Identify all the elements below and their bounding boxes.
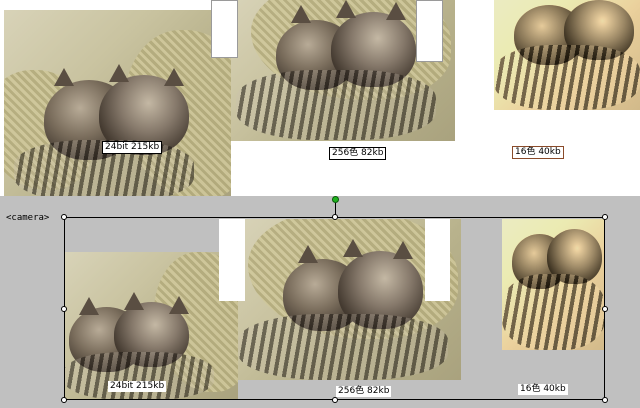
white-panel [211, 0, 238, 58]
caption-16-color[interactable]: 16色 40kb [512, 146, 564, 159]
camera-label: <camera> [6, 213, 50, 223]
resize-handle-top-right[interactable] [602, 214, 608, 220]
photo-16-color[interactable] [494, 0, 640, 110]
resize-handle-left[interactable] [61, 306, 67, 312]
resize-handle-right[interactable] [602, 306, 608, 312]
caption-24bit[interactable]: 24bit 215kb [102, 141, 163, 154]
caption-256-color[interactable]: 256色 82kb [329, 147, 387, 160]
rotation-handle[interactable] [332, 196, 339, 203]
white-panel [416, 0, 443, 62]
resize-handle-bottom-left[interactable] [61, 397, 67, 403]
resize-handle-bottom[interactable] [332, 397, 338, 403]
resize-handle-bottom-right[interactable] [602, 397, 608, 403]
photo-24bit[interactable] [4, 10, 231, 202]
resize-handle-top-left[interactable] [61, 214, 67, 220]
camera-selection-frame[interactable] [64, 217, 605, 400]
resize-handle-top[interactable] [332, 214, 338, 220]
